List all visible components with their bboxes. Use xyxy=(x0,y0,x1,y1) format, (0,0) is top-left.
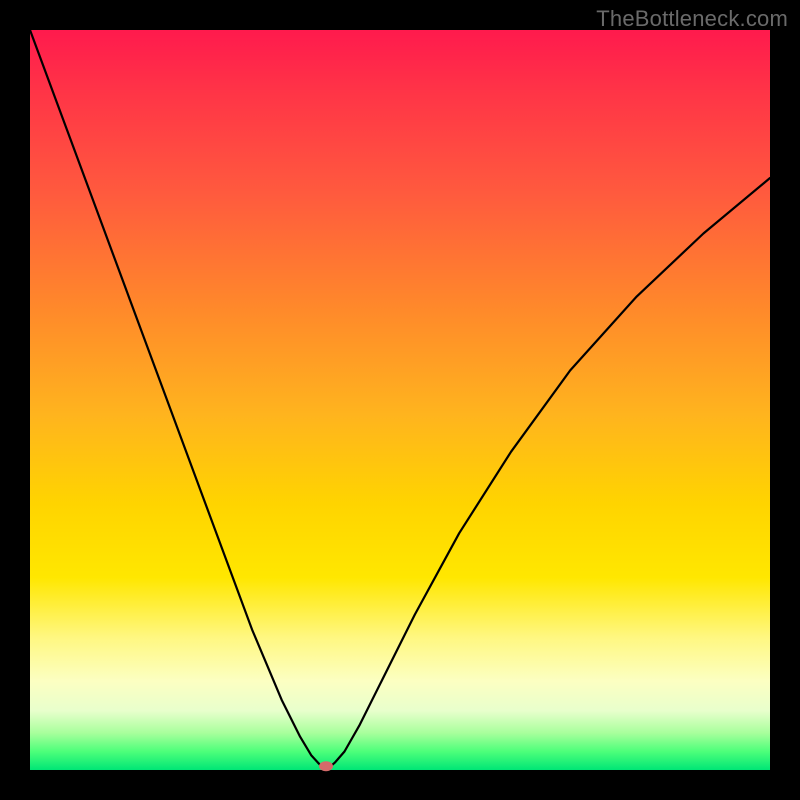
plot-area xyxy=(30,30,770,770)
chart-frame: TheBottleneck.com xyxy=(0,0,800,800)
watermark-label: TheBottleneck.com xyxy=(596,6,788,32)
curve-svg xyxy=(30,30,770,770)
bottleneck-curve xyxy=(30,30,770,769)
optimum-marker xyxy=(319,761,333,771)
